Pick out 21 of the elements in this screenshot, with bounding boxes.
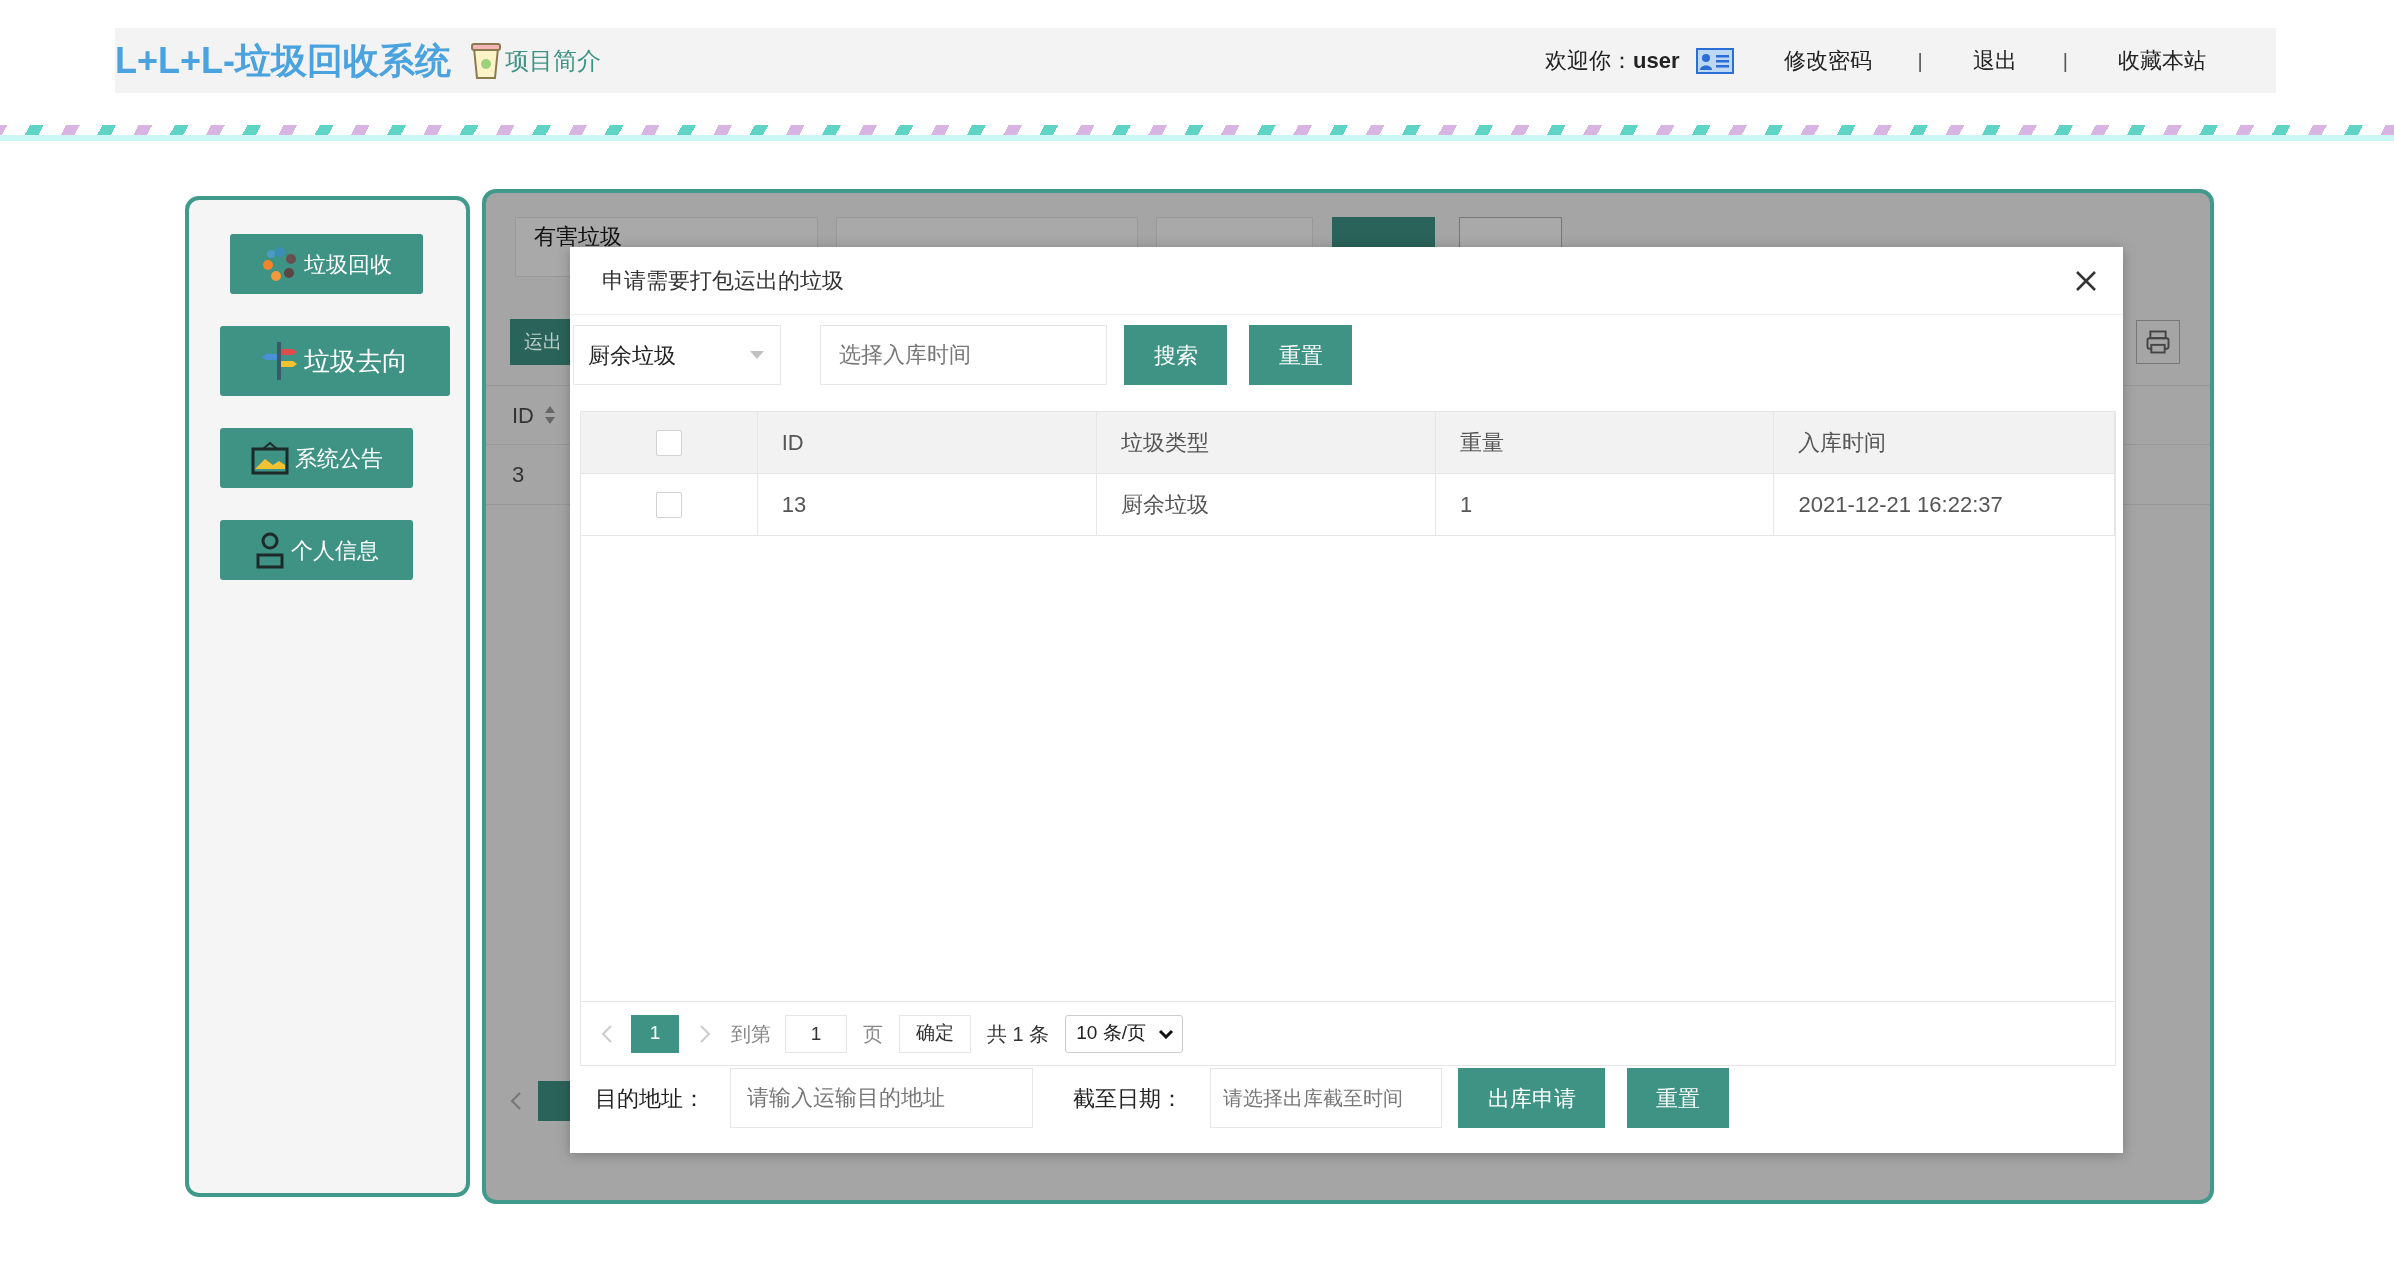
total-count: 共 1 条 xyxy=(987,1021,1050,1047)
site-title: L+L+L-垃圾回收系统 xyxy=(115,38,451,83)
address-label: 目的地址： xyxy=(595,1084,706,1113)
column-header: 重量 xyxy=(1459,429,1504,457)
table-cell-text: 2021-12-21 16:22:37 xyxy=(1798,491,2003,519)
table-cell-text: 13 xyxy=(781,491,807,519)
separator: | xyxy=(2062,48,2068,74)
dialog-title: 申请需要打包运出的垃圾 xyxy=(602,267,844,295)
separator: | xyxy=(1917,48,1923,74)
column-header: ID xyxy=(512,401,534,430)
page-unit-label: 页 xyxy=(863,1021,883,1047)
table-cell-text: 厨余垃圾 xyxy=(1121,491,1210,519)
column-header: 入库时间 xyxy=(1798,429,1887,457)
deadline-label: 截至日期： xyxy=(1073,1084,1184,1113)
welcome-label: 欢迎你： xyxy=(1545,47,1634,75)
table-cell-text: 1 xyxy=(1459,491,1473,519)
username: user xyxy=(1633,47,1680,75)
column-header: ID xyxy=(781,429,804,457)
table-cell-text: 3 xyxy=(512,461,525,489)
goto-label: 到第 xyxy=(731,1021,771,1047)
column-header: 垃圾类型 xyxy=(1121,429,1210,457)
